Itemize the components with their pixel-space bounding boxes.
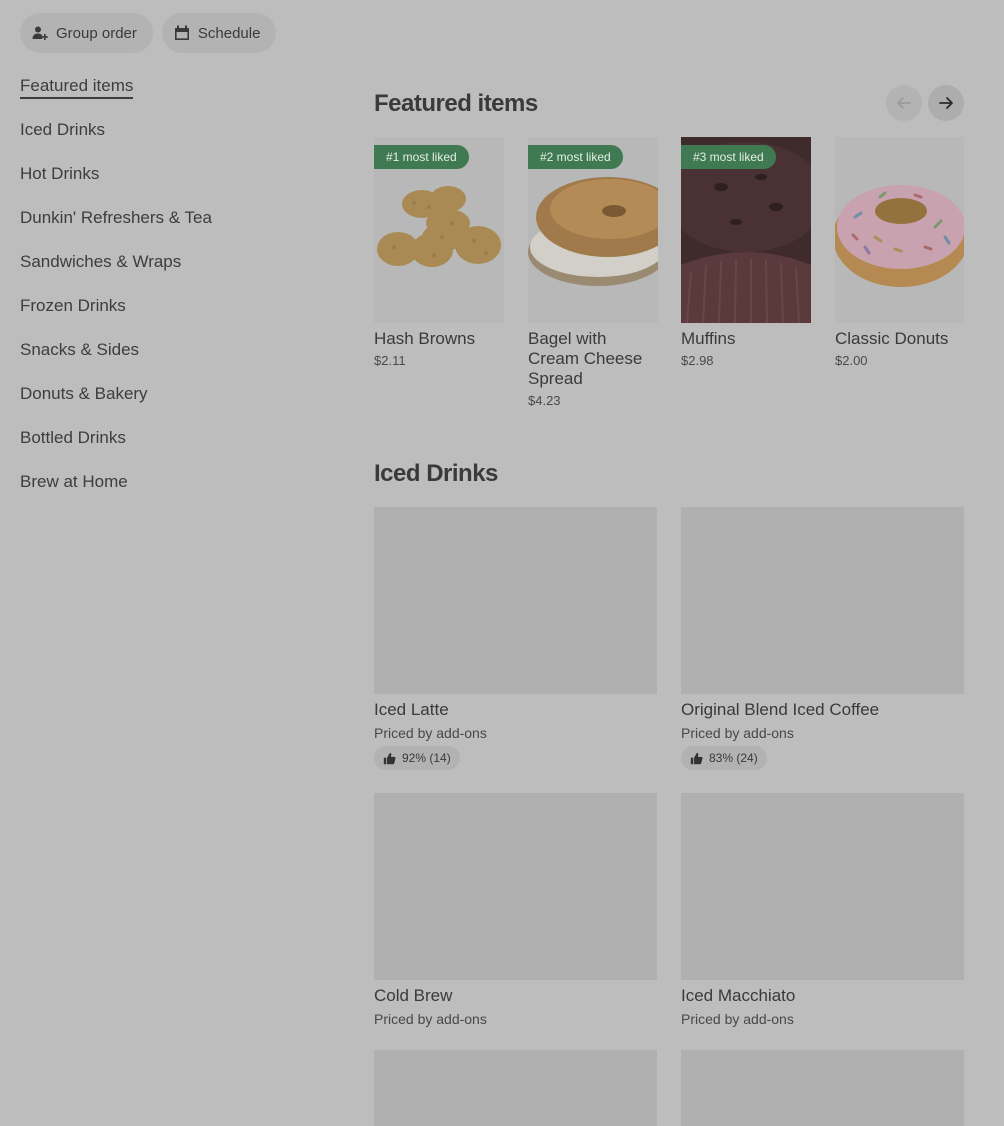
donut-image [835, 137, 964, 323]
item-name: Iced Latte [374, 700, 449, 719]
category-sidebar: Featured items Iced Drinks Hot Drinks Du… [20, 76, 320, 516]
sidebar-item-snacks-sides[interactable]: Snacks & Sides [20, 340, 320, 384]
featured-section-title: Featured items [374, 90, 538, 117]
group-order-label: Group order [56, 24, 137, 42]
menu-item-card[interactable]: Iced Macchiato Priced by add-ons [681, 793, 964, 1027]
thumbs-up-icon [690, 752, 703, 764]
sidebar-item-label: Donuts & Bakery [20, 384, 148, 403]
menu-item-card[interactable]: Original Blend Iced Coffee Priced by add… [681, 507, 964, 770]
sidebar-item-label: Hot Drinks [20, 164, 100, 183]
item-image-placeholder [374, 1050, 657, 1126]
iced-drinks-section-title: Iced Drinks [374, 460, 498, 487]
calendar-icon [174, 25, 189, 40]
sidebar-item-iced-drinks[interactable]: Iced Drinks [20, 120, 320, 164]
top-actions: Group order Schedule [20, 13, 277, 53]
schedule-button[interactable]: Schedule [161, 13, 277, 53]
sidebar-item-label: Bottled Drinks [20, 428, 126, 447]
sidebar-item-label: Snacks & Sides [20, 340, 140, 359]
sidebar-item-frozen-drinks[interactable]: Frozen Drinks [20, 296, 320, 340]
menu-item-card[interactable]: Cold Brew Priced by add-ons [374, 793, 657, 1027]
rating-text: 92% (14) [402, 751, 451, 765]
item-price-note: Priced by add-ons [681, 725, 794, 741]
menu-item-card[interactable] [374, 1050, 657, 1126]
sidebar-item-refreshers-tea[interactable]: Dunkin' Refreshers & Tea [20, 208, 320, 252]
schedule-label: Schedule [197, 24, 261, 42]
most-liked-badge: #1 most liked [374, 145, 469, 169]
featured-card[interactable]: #3 most liked Muffins $2.98 [681, 137, 811, 368]
rating-text: 83% (24) [709, 751, 758, 765]
item-name: Muffins [681, 329, 736, 348]
carousel-prev-button[interactable] [886, 85, 922, 121]
rating-badge: 83% (24) [681, 746, 767, 770]
sidebar-item-donuts-bakery[interactable]: Donuts & Bakery [20, 384, 320, 428]
item-name: Original Blend Iced Coffee [681, 700, 880, 719]
bagel-image: #2 most liked [528, 137, 658, 323]
muffin-image: #3 most liked [681, 137, 811, 323]
featured-card[interactable]: #1 most liked Hash Browns $2.11 [374, 137, 504, 368]
sidebar-item-label: Featured items [20, 76, 134, 99]
arrow-left-icon [897, 97, 911, 109]
item-image-placeholder [681, 507, 964, 694]
item-price: $4.23 [528, 393, 561, 408]
item-name: Hash Browns [374, 329, 476, 348]
carousel-next-button[interactable] [928, 85, 964, 121]
menu-item-card[interactable] [681, 1050, 964, 1126]
featured-card[interactable]: Classic Donuts $2.00 [835, 137, 964, 368]
sidebar-item-label: Dunkin' Refreshers & Tea [20, 208, 212, 227]
sidebar-item-label: Iced Drinks [20, 120, 106, 139]
hash-browns-image: #1 most liked [374, 137, 504, 323]
carousel-nav [886, 85, 964, 121]
thumbs-up-icon [383, 752, 396, 764]
group-order-button[interactable]: Group order [20, 13, 153, 53]
most-liked-badge: #3 most liked [681, 145, 776, 169]
arrow-right-icon [939, 97, 953, 109]
sidebar-item-brew-at-home[interactable]: Brew at Home [20, 472, 320, 516]
item-price: $2.98 [681, 353, 714, 368]
item-name: Cold Brew [374, 986, 453, 1005]
sidebar-item-sandwiches-wraps[interactable]: Sandwiches & Wraps [20, 252, 320, 296]
item-name: Classic Donuts [835, 329, 949, 348]
sidebar-item-featured-items[interactable]: Featured items [20, 76, 320, 120]
item-image-placeholder [374, 507, 657, 694]
item-price: $2.11 [374, 353, 406, 368]
most-liked-badge: #2 most liked [528, 145, 623, 169]
item-name: Bagel with Cream Cheese Spread [528, 329, 643, 388]
sidebar-item-bottled-drinks[interactable]: Bottled Drinks [20, 428, 320, 472]
item-price: $2.00 [835, 353, 868, 368]
menu-item-card[interactable]: Iced Latte Priced by add-ons 92% (14) [374, 507, 657, 770]
item-image-placeholder [374, 793, 657, 980]
item-name: Iced Macchiato [681, 986, 796, 1005]
item-price-note: Priced by add-ons [374, 725, 487, 741]
item-image-placeholder [681, 1050, 964, 1126]
add-person-icon [32, 26, 48, 40]
item-price-note: Priced by add-ons [374, 1011, 487, 1027]
sidebar-item-hot-drinks[interactable]: Hot Drinks [20, 164, 320, 208]
sidebar-item-label: Brew at Home [20, 472, 128, 491]
sidebar-item-label: Frozen Drinks [20, 296, 126, 315]
item-price-note: Priced by add-ons [681, 1011, 794, 1027]
rating-badge: 92% (14) [374, 746, 460, 770]
item-image-placeholder [681, 793, 964, 980]
featured-card[interactable]: #2 most liked Bagel with Cream Cheese Sp… [528, 137, 658, 408]
featured-carousel: #1 most liked Hash Browns $2.11 #2 most … [374, 137, 964, 427]
sidebar-item-label: Sandwiches & Wraps [20, 252, 182, 271]
